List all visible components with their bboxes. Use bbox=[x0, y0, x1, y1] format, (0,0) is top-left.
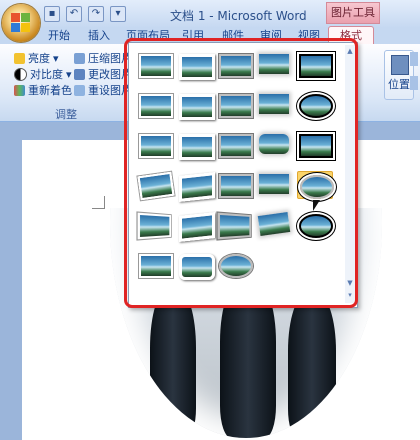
document-title: 文档 1 - Microsoft Word bbox=[170, 9, 307, 23]
office-logo-icon bbox=[11, 13, 31, 33]
contrast-button[interactable]: 对比度 ▾ bbox=[14, 66, 72, 82]
recolor-icon bbox=[14, 84, 25, 96]
recolor-button[interactable]: 重新着色▾ bbox=[14, 82, 81, 98]
change-picture-icon bbox=[74, 68, 85, 80]
text-boundary-marker bbox=[92, 196, 105, 209]
redo-icon[interactable]: ↷ bbox=[88, 6, 104, 22]
brightness-button[interactable]: 亮度 ▾ bbox=[14, 50, 59, 66]
picture-tools-context-title: 图片工具 bbox=[326, 2, 380, 24]
position-label: 位置 bbox=[388, 78, 410, 91]
contrast-icon bbox=[14, 67, 27, 81]
adjust-group-label: 调整 bbox=[55, 108, 77, 121]
title-bar: ▪ ↶ ↷ ▾ 文档 1 - Microsoft Word 图片工具 bbox=[0, 0, 420, 28]
customize-icon[interactable]: ▾ bbox=[110, 6, 126, 22]
compress-icon bbox=[74, 52, 85, 64]
ribbon-right-button-1[interactable] bbox=[410, 52, 418, 66]
tab-home[interactable]: 开始 bbox=[48, 28, 70, 44]
penguin-left bbox=[150, 288, 196, 438]
ribbon-right-button-2[interactable] bbox=[410, 76, 418, 90]
highlight-annotation bbox=[124, 38, 358, 308]
position-icon bbox=[391, 55, 409, 75]
quick-access-toolbar: ▪ ↶ ↷ ▾ bbox=[44, 6, 126, 22]
undo-icon[interactable]: ↶ bbox=[66, 6, 82, 22]
brightness-icon bbox=[14, 52, 25, 64]
save-icon[interactable]: ▪ bbox=[44, 6, 60, 22]
office-button[interactable] bbox=[2, 4, 40, 42]
reset-picture-icon bbox=[74, 84, 85, 96]
mouse-cursor-icon bbox=[313, 200, 320, 211]
penguin-right bbox=[288, 293, 336, 438]
tab-insert[interactable]: 插入 bbox=[88, 28, 110, 44]
